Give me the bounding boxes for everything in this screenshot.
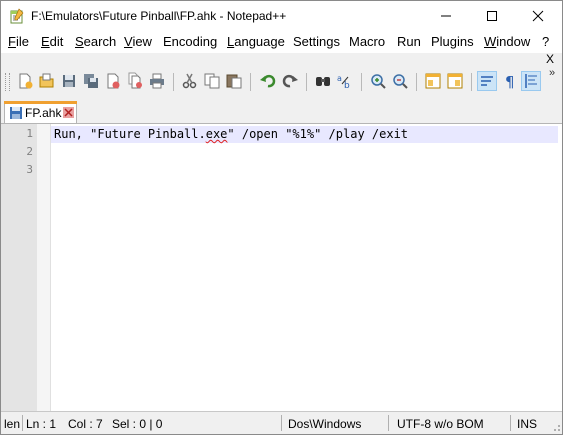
zoom-out-icon[interactable] <box>391 72 409 90</box>
print-icon[interactable] <box>148 72 166 90</box>
text-editor[interactable]: 1 2 3 Run, "Future Pinball.exe" /open "%… <box>1 124 562 411</box>
toolbar-overflow-button[interactable]: » <box>549 67 555 79</box>
sync-vertical-icon[interactable] <box>424 72 442 90</box>
minimize-icon <box>441 15 451 17</box>
document-tab-bar: FP.ahk <box>1 99 562 124</box>
maximize-icon <box>487 11 497 21</box>
close-tab-icon[interactable] <box>63 107 74 118</box>
notepadpp-app-icon <box>10 8 24 24</box>
tab-fp-ahk[interactable]: FP.ahk <box>4 101 77 123</box>
menu-run[interactable]: Run <box>397 34 421 49</box>
code-line-1[interactable]: Run, "Future Pinball.exe" /open "%1%" /p… <box>54 127 408 141</box>
status-insert-mode[interactable]: INS <box>517 417 537 431</box>
indent-guide-button[interactable] <box>521 71 541 91</box>
toolbar-separator <box>471 73 472 91</box>
saved-file-icon <box>10 107 22 119</box>
line-number-gutter: 1 2 3 <box>1 124 37 411</box>
close-icon[interactable] <box>104 72 122 90</box>
svg-text:b: b <box>344 81 350 90</box>
close-document-button[interactable]: X <box>546 52 554 66</box>
new-file-icon[interactable] <box>16 72 34 90</box>
maximize-button[interactable] <box>469 1 515 31</box>
menu-plugins[interactable]: Plugins <box>431 34 474 49</box>
status-separator <box>388 415 389 431</box>
sync-horizontal-icon[interactable] <box>446 72 464 90</box>
zoom-in-icon[interactable] <box>369 72 387 90</box>
menu-encoding[interactable]: Encoding <box>163 34 217 49</box>
close-window-icon <box>532 10 544 22</box>
toolbar-separator <box>173 73 174 91</box>
line-number: 2 <box>26 145 33 158</box>
menu-search[interactable]: Search <box>75 34 116 49</box>
cut-icon[interactable] <box>181 72 199 90</box>
menu-window[interactable]: Window <box>484 34 530 49</box>
indent-guide-icon <box>525 74 537 88</box>
toolbar-separator <box>361 73 362 91</box>
status-separator <box>22 415 23 431</box>
status-selection: Sel : 0 | 0 <box>112 417 163 431</box>
toolbar-grip[interactable] <box>5 73 10 91</box>
toolbar-separator <box>306 73 307 91</box>
status-bar: len Ln : 1 Col : 7 Sel : 0 | 0 Dos\Windo… <box>1 411 562 434</box>
open-file-icon[interactable] <box>38 72 56 90</box>
status-line: Ln : 1 <box>26 417 57 431</box>
word-wrap-icon <box>481 76 493 86</box>
menu-language[interactable]: Language <box>227 34 285 49</box>
undo-icon[interactable] <box>259 72 277 90</box>
show-all-chars-icon[interactable]: ¶ <box>501 72 519 90</box>
close-all-icon[interactable] <box>126 72 144 90</box>
active-tab-indicator <box>4 101 77 104</box>
line-number: 1 <box>26 127 33 140</box>
menu-view[interactable]: View <box>124 34 152 49</box>
status-encoding[interactable]: UTF-8 w/o BOM <box>397 417 484 431</box>
menu-help[interactable]: ? <box>542 34 549 49</box>
line-number: 3 <box>26 163 33 176</box>
resize-grip-icon[interactable] <box>550 421 561 432</box>
toolbar-separator <box>416 73 417 91</box>
replace-icon[interactable]: ab <box>336 72 354 90</box>
menu-settings[interactable]: Settings <box>293 34 340 49</box>
status-column: Col : 7 <box>68 417 103 431</box>
svg-text:a: a <box>337 74 342 83</box>
paste-icon[interactable] <box>225 72 243 90</box>
save-all-icon[interactable] <box>82 72 100 90</box>
status-separator <box>510 415 511 431</box>
notepadpp-window: F:\Emulators\Future Pinball\FP.ahk - Not… <box>0 0 563 435</box>
word-wrap-button[interactable] <box>477 71 497 91</box>
svg-text:¶: ¶ <box>505 73 515 90</box>
redo-icon[interactable] <box>281 72 299 90</box>
title-bar[interactable]: F:\Emulators\Future Pinball\FP.ahk - Not… <box>1 1 562 31</box>
toolbar: ab ¶ » <box>1 67 562 97</box>
menu-edit[interactable]: Edit <box>41 34 63 49</box>
menu-bar: File Edit Search View Encoding Language … <box>1 31 562 53</box>
minimize-button[interactable] <box>423 1 469 31</box>
spellcheck-word: exe <box>205 127 228 141</box>
window-title: F:\Emulators\Future Pinball\FP.ahk - Not… <box>31 9 287 23</box>
status-eol-format[interactable]: Dos\Windows <box>288 417 361 431</box>
status-length: len <box>4 417 21 431</box>
menu-file[interactable]: File <box>8 34 29 49</box>
fold-margin[interactable] <box>37 124 51 411</box>
status-separator <box>281 415 282 431</box>
tab-label: FP.ahk <box>25 106 62 120</box>
find-icon[interactable] <box>314 72 332 90</box>
save-icon[interactable] <box>60 72 78 90</box>
toolbar-separator <box>250 73 251 91</box>
close-window-button[interactable] <box>515 1 561 31</box>
menu-macro[interactable]: Macro <box>349 34 385 49</box>
copy-icon[interactable] <box>203 72 221 90</box>
